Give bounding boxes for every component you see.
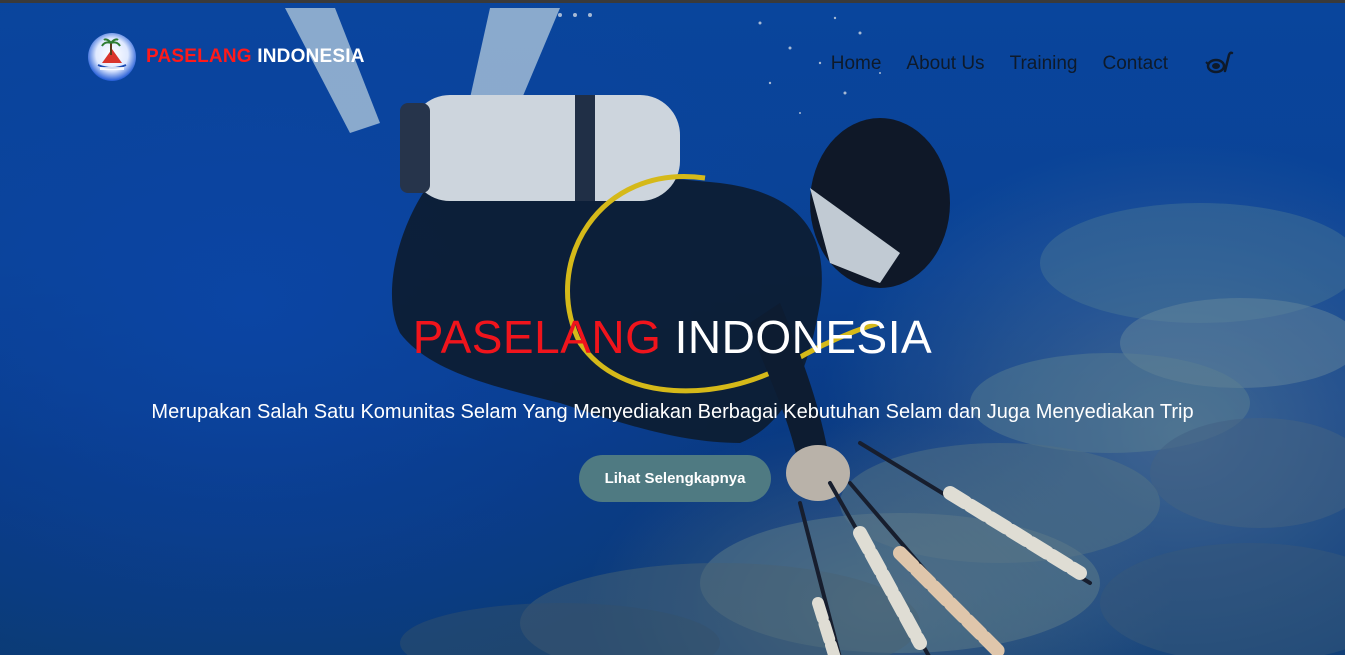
nav-item-contact[interactable]: Contact [1103,53,1168,75]
hero-section: PASELANG INDONESIA Home About Us Trainin… [0,0,1345,655]
see-more-button[interactable]: Lihat Selengkapnya [579,455,771,502]
main-nav: Home About Us Training Contact [831,51,1235,77]
brand-name: PASELANG INDONESIA [146,46,365,68]
brand-name-part1: PASELANG [146,46,252,67]
brand-name-part2: INDONESIA [257,46,365,67]
paselang-logo-icon [88,33,136,81]
diving-mask-snorkel-icon[interactable] [1205,51,1235,77]
nav-item-about-us[interactable]: About Us [906,53,984,75]
nav-item-training[interactable]: Training [1010,53,1078,75]
hero-title-part1: PASELANG [412,311,662,363]
hero-title-part2: INDONESIA [674,311,933,363]
hero-title: PASELANG INDONESIA [0,309,1345,365]
brand-link[interactable]: PASELANG INDONESIA [88,33,365,81]
navbar: PASELANG INDONESIA Home About Us Trainin… [88,31,1235,83]
hero-subtitle: Merupakan Salah Satu Komunitas Selam Yan… [151,401,1194,423]
nav-item-home[interactable]: Home [831,53,882,75]
